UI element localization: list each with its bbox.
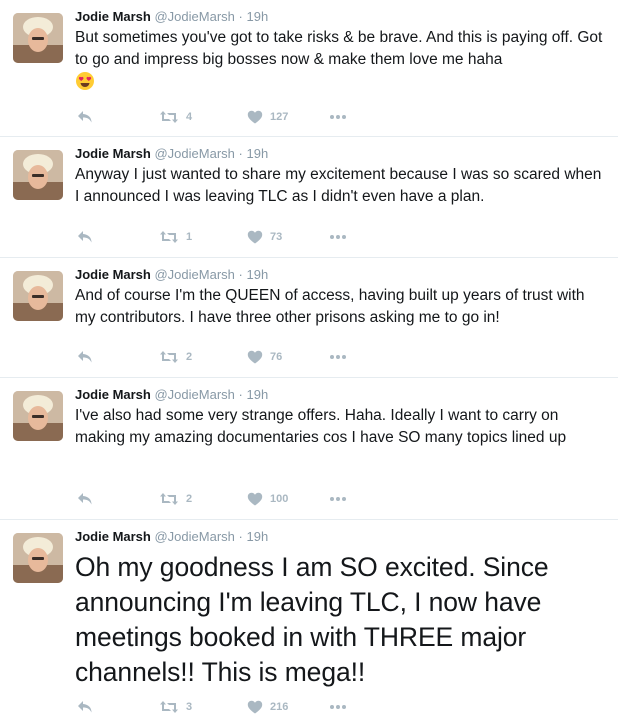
timestamp[interactable]: 19h xyxy=(246,267,268,282)
separator: · xyxy=(238,267,243,282)
reply-icon xyxy=(78,351,92,363)
tweet[interactable]: Jodie Marsh @JodieMarsh · 19h And of cou… xyxy=(0,258,618,378)
author-name[interactable]: Jodie Marsh xyxy=(75,529,151,544)
author-handle[interactable]: @JodieMarsh xyxy=(154,9,234,24)
retweet-button[interactable]: 2 xyxy=(159,347,192,367)
reply-button[interactable] xyxy=(77,107,93,127)
more-button[interactable] xyxy=(329,489,347,509)
retweet-button[interactable]: 1 xyxy=(159,227,192,247)
retweet-icon xyxy=(160,111,178,123)
like-count: 100 xyxy=(270,493,289,505)
tweet-text-body: But sometimes you've got to take risks &… xyxy=(75,29,603,68)
retweet-icon xyxy=(160,701,178,713)
like-button[interactable]: 73 xyxy=(247,227,282,247)
separator: · xyxy=(238,9,243,24)
reply-icon xyxy=(78,111,92,123)
avatar[interactable] xyxy=(13,13,63,63)
tweet-text: I've also had some very strange offers. … xyxy=(75,407,567,446)
like-count: 76 xyxy=(270,351,283,363)
tweet-header: Jodie Marsh @JodieMarsh · 19h xyxy=(75,267,268,283)
timestamp[interactable]: 19h xyxy=(246,146,268,161)
like-button[interactable]: 100 xyxy=(247,489,288,509)
heart-icon xyxy=(247,110,263,124)
reply-icon xyxy=(78,231,92,243)
separator: · xyxy=(238,529,243,544)
retweet-icon xyxy=(160,351,178,363)
heart-icon xyxy=(247,700,263,714)
retweet-count: 1 xyxy=(186,231,193,243)
separator: · xyxy=(238,146,243,161)
reply-button[interactable] xyxy=(77,347,93,367)
like-count: 216 xyxy=(270,701,289,713)
more-button[interactable] xyxy=(329,227,347,247)
avatar[interactable] xyxy=(13,150,63,200)
separator: · xyxy=(238,387,243,402)
tweet-text: But sometimes you've got to take risks &… xyxy=(75,27,605,98)
reply-button[interactable] xyxy=(77,697,93,717)
author-name[interactable]: Jodie Marsh xyxy=(75,9,151,24)
tweet-header: Jodie Marsh @JodieMarsh · 19h xyxy=(75,387,268,403)
tweet-header: Jodie Marsh @JodieMarsh · 19h xyxy=(75,529,268,545)
heart-eyes-emoji xyxy=(75,71,95,98)
heart-icon xyxy=(247,230,263,244)
like-button[interactable]: 216 xyxy=(247,697,288,717)
author-name[interactable]: Jodie Marsh xyxy=(75,146,151,161)
like-button[interactable]: 127 xyxy=(247,107,288,127)
like-count: 127 xyxy=(270,111,289,123)
like-button[interactable]: 76 xyxy=(247,347,282,367)
timestamp[interactable]: 19h xyxy=(246,529,268,544)
retweet-count: 3 xyxy=(186,701,193,713)
more-dots-icon xyxy=(330,115,346,119)
author-handle[interactable]: @JodieMarsh xyxy=(154,387,234,402)
retweet-button[interactable]: 3 xyxy=(159,697,192,717)
timestamp[interactable]: 19h xyxy=(246,387,268,402)
tweet-header: Jodie Marsh @JodieMarsh · 19h xyxy=(75,9,268,25)
author-name[interactable]: Jodie Marsh xyxy=(75,387,151,402)
reply-icon xyxy=(78,493,92,505)
retweet-count: 2 xyxy=(186,351,193,363)
tweet-text: Oh my goodness I am SO excited. Since an… xyxy=(75,552,549,687)
avatar[interactable] xyxy=(13,271,63,321)
more-dots-icon xyxy=(330,705,346,709)
heart-icon xyxy=(247,350,263,364)
retweet-count: 2 xyxy=(186,493,193,505)
tweet[interactable]: Jodie Marsh @JodieMarsh · 19h But someti… xyxy=(0,0,618,137)
reply-icon xyxy=(78,701,92,713)
author-handle[interactable]: @JodieMarsh xyxy=(154,267,234,282)
reply-button[interactable] xyxy=(77,227,93,247)
tweet-text: And of course I'm the QUEEN of access, h… xyxy=(75,287,585,326)
author-handle[interactable]: @JodieMarsh xyxy=(154,146,234,161)
tweet-feed: Jodie Marsh @JodieMarsh · 19h But someti… xyxy=(0,0,618,725)
more-dots-icon xyxy=(330,497,346,501)
author-handle[interactable]: @JodieMarsh xyxy=(154,529,234,544)
avatar[interactable] xyxy=(13,391,63,441)
timestamp[interactable]: 19h xyxy=(246,9,268,24)
heart-icon xyxy=(247,492,263,506)
retweet-icon xyxy=(160,493,178,505)
like-count: 73 xyxy=(270,231,283,243)
retweet-icon xyxy=(160,231,178,243)
more-button[interactable] xyxy=(329,697,347,717)
author-name[interactable]: Jodie Marsh xyxy=(75,267,151,282)
tweet[interactable]: Jodie Marsh @JodieMarsh · 19h I've also … xyxy=(0,378,618,520)
more-dots-icon xyxy=(330,355,346,359)
retweet-button[interactable]: 2 xyxy=(159,489,192,509)
more-button[interactable] xyxy=(329,347,347,367)
more-dots-icon xyxy=(330,235,346,239)
retweet-count: 4 xyxy=(186,111,193,123)
tweet-text: Anyway I just wanted to share my excitem… xyxy=(75,166,602,205)
reply-button[interactable] xyxy=(77,489,93,509)
avatar[interactable] xyxy=(13,533,63,583)
tweet[interactable]: Jodie Marsh @JodieMarsh · 19h Anyway I j… xyxy=(0,137,618,258)
retweet-button[interactable]: 4 xyxy=(159,107,192,127)
tweet[interactable]: Jodie Marsh @JodieMarsh · 19h Oh my good… xyxy=(0,520,618,725)
more-button[interactable] xyxy=(329,107,347,127)
tweet-header: Jodie Marsh @JodieMarsh · 19h xyxy=(75,146,268,162)
